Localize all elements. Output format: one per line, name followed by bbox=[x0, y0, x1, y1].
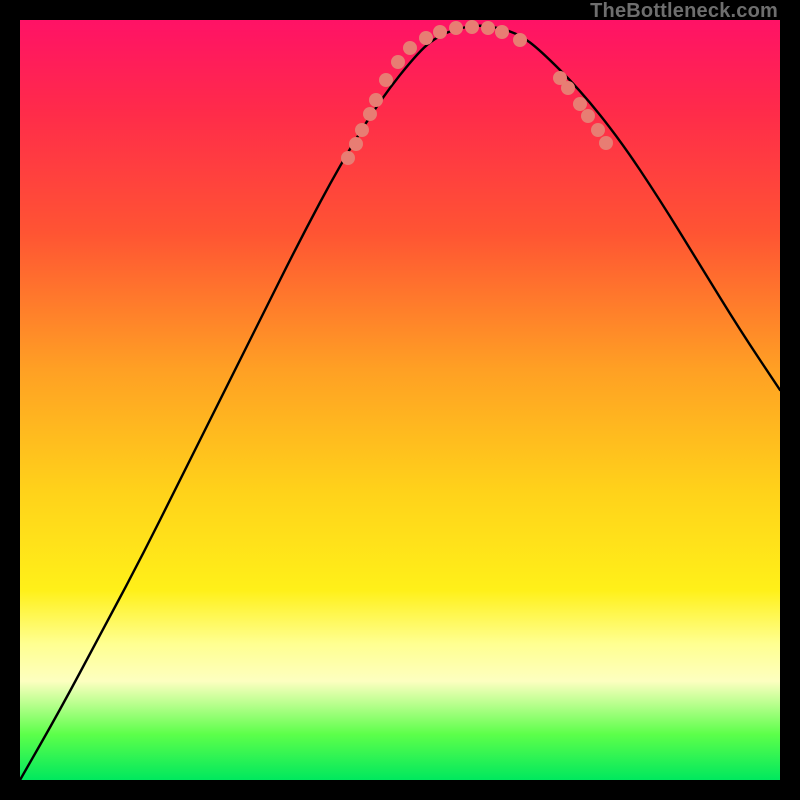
highlight-dot bbox=[561, 81, 575, 95]
highlight-dot bbox=[599, 136, 613, 150]
highlight-dot bbox=[363, 107, 377, 121]
highlight-dot bbox=[403, 41, 417, 55]
highlight-dot bbox=[349, 137, 363, 151]
highlight-dot bbox=[341, 151, 355, 165]
bottleneck-curve-path bbox=[20, 26, 780, 780]
highlight-dot bbox=[391, 55, 405, 69]
highlight-dot bbox=[355, 123, 369, 137]
highlight-dot bbox=[495, 25, 509, 39]
highlight-dot bbox=[379, 73, 393, 87]
highlight-dot bbox=[513, 33, 527, 47]
highlight-dot bbox=[449, 21, 463, 35]
highlight-dot bbox=[591, 123, 605, 137]
highlight-dot bbox=[433, 25, 447, 39]
highlight-dot bbox=[369, 93, 383, 107]
highlight-dot bbox=[465, 20, 479, 34]
highlight-dot bbox=[581, 109, 595, 123]
chart-svg bbox=[20, 20, 780, 780]
chart-frame bbox=[20, 20, 780, 780]
highlight-dot bbox=[573, 97, 587, 111]
highlight-dots-group bbox=[341, 20, 613, 165]
highlight-dot bbox=[481, 21, 495, 35]
highlight-dot bbox=[419, 31, 433, 45]
